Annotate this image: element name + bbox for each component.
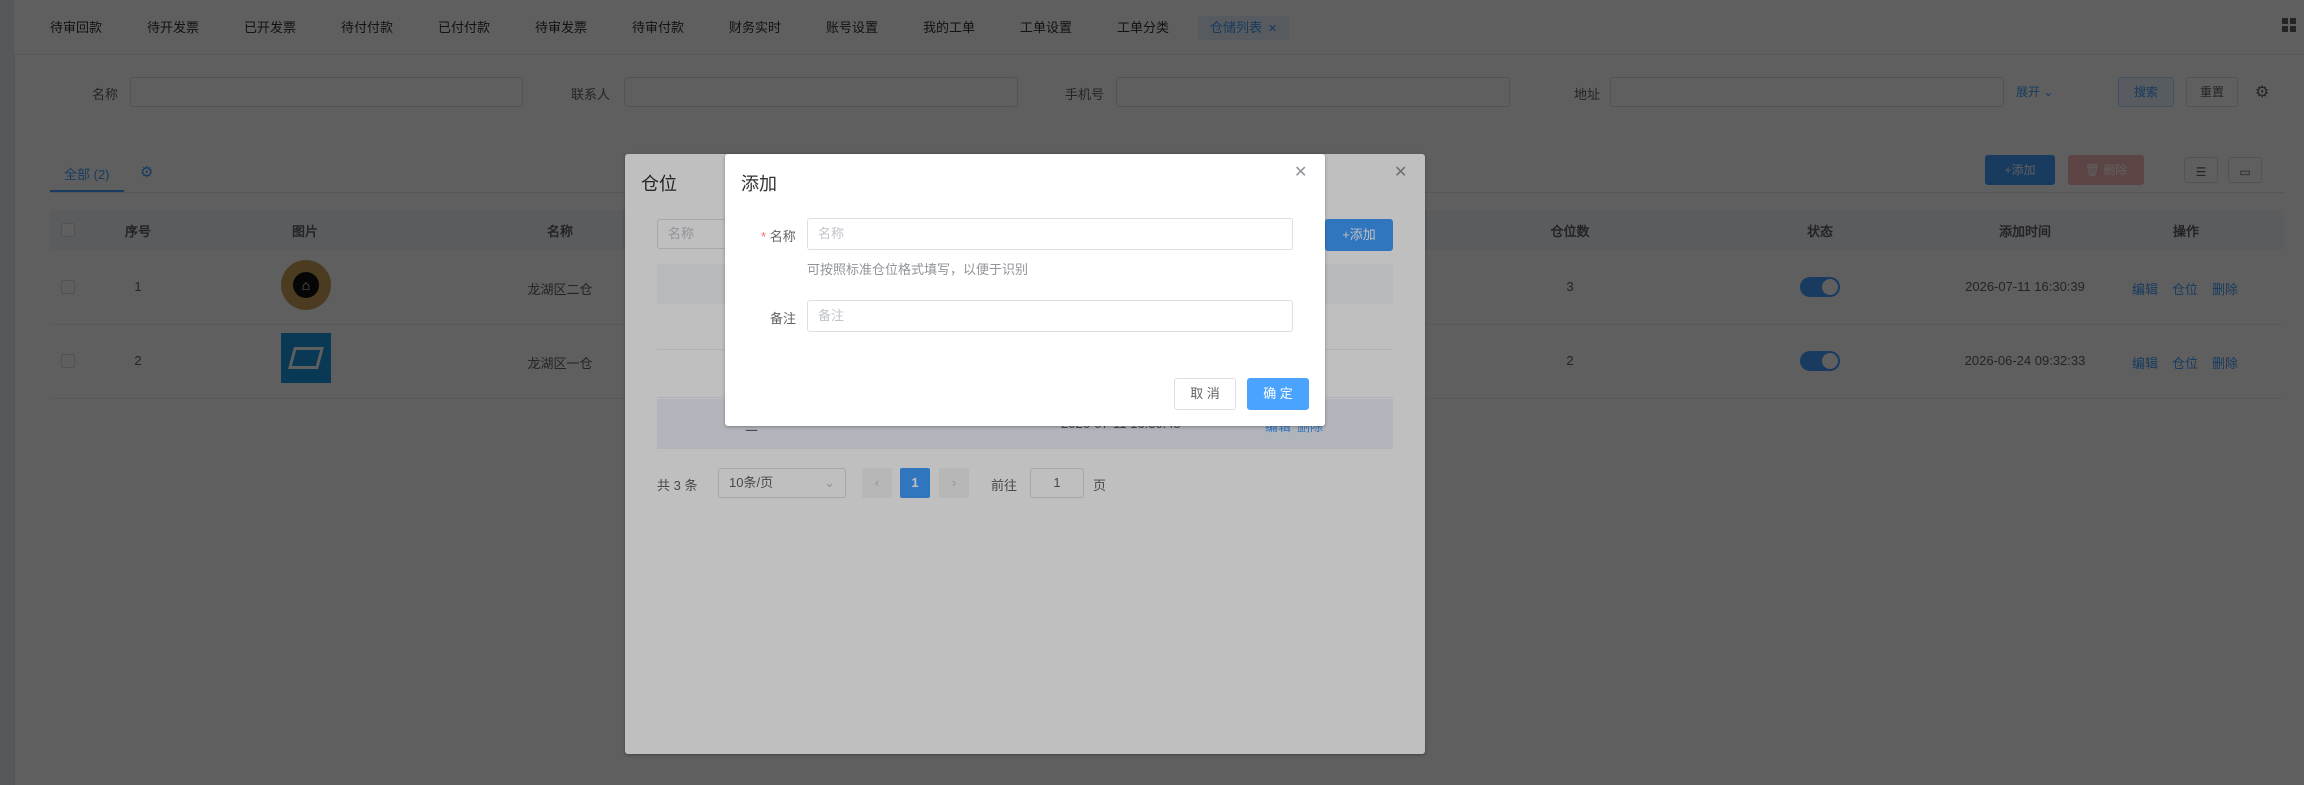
add-dialog: 添加 ✕ * 名称 名称 可按照标准仓位格式填写，以便于识别 备注 备注 取 消… [725,154,1325,426]
name-hint: 可按照标准仓位格式填写，以便于识别 [807,262,1029,277]
add-dialog-title: 添加 [741,174,777,194]
close-icon[interactable]: ✕ [1294,165,1307,181]
confirm-button[interactable]: 确 定 [1247,378,1309,410]
cancel-button[interactable]: 取 消 [1174,378,1236,410]
name-label-text: 名称 [769,229,796,244]
remark-field-label: 备注 [770,311,797,326]
name-input[interactable]: 名称 [807,218,1293,250]
required-asterisk: * [761,229,767,244]
remark-input[interactable]: 备注 [807,300,1293,332]
name-field-label: * 名称 [761,226,796,245]
